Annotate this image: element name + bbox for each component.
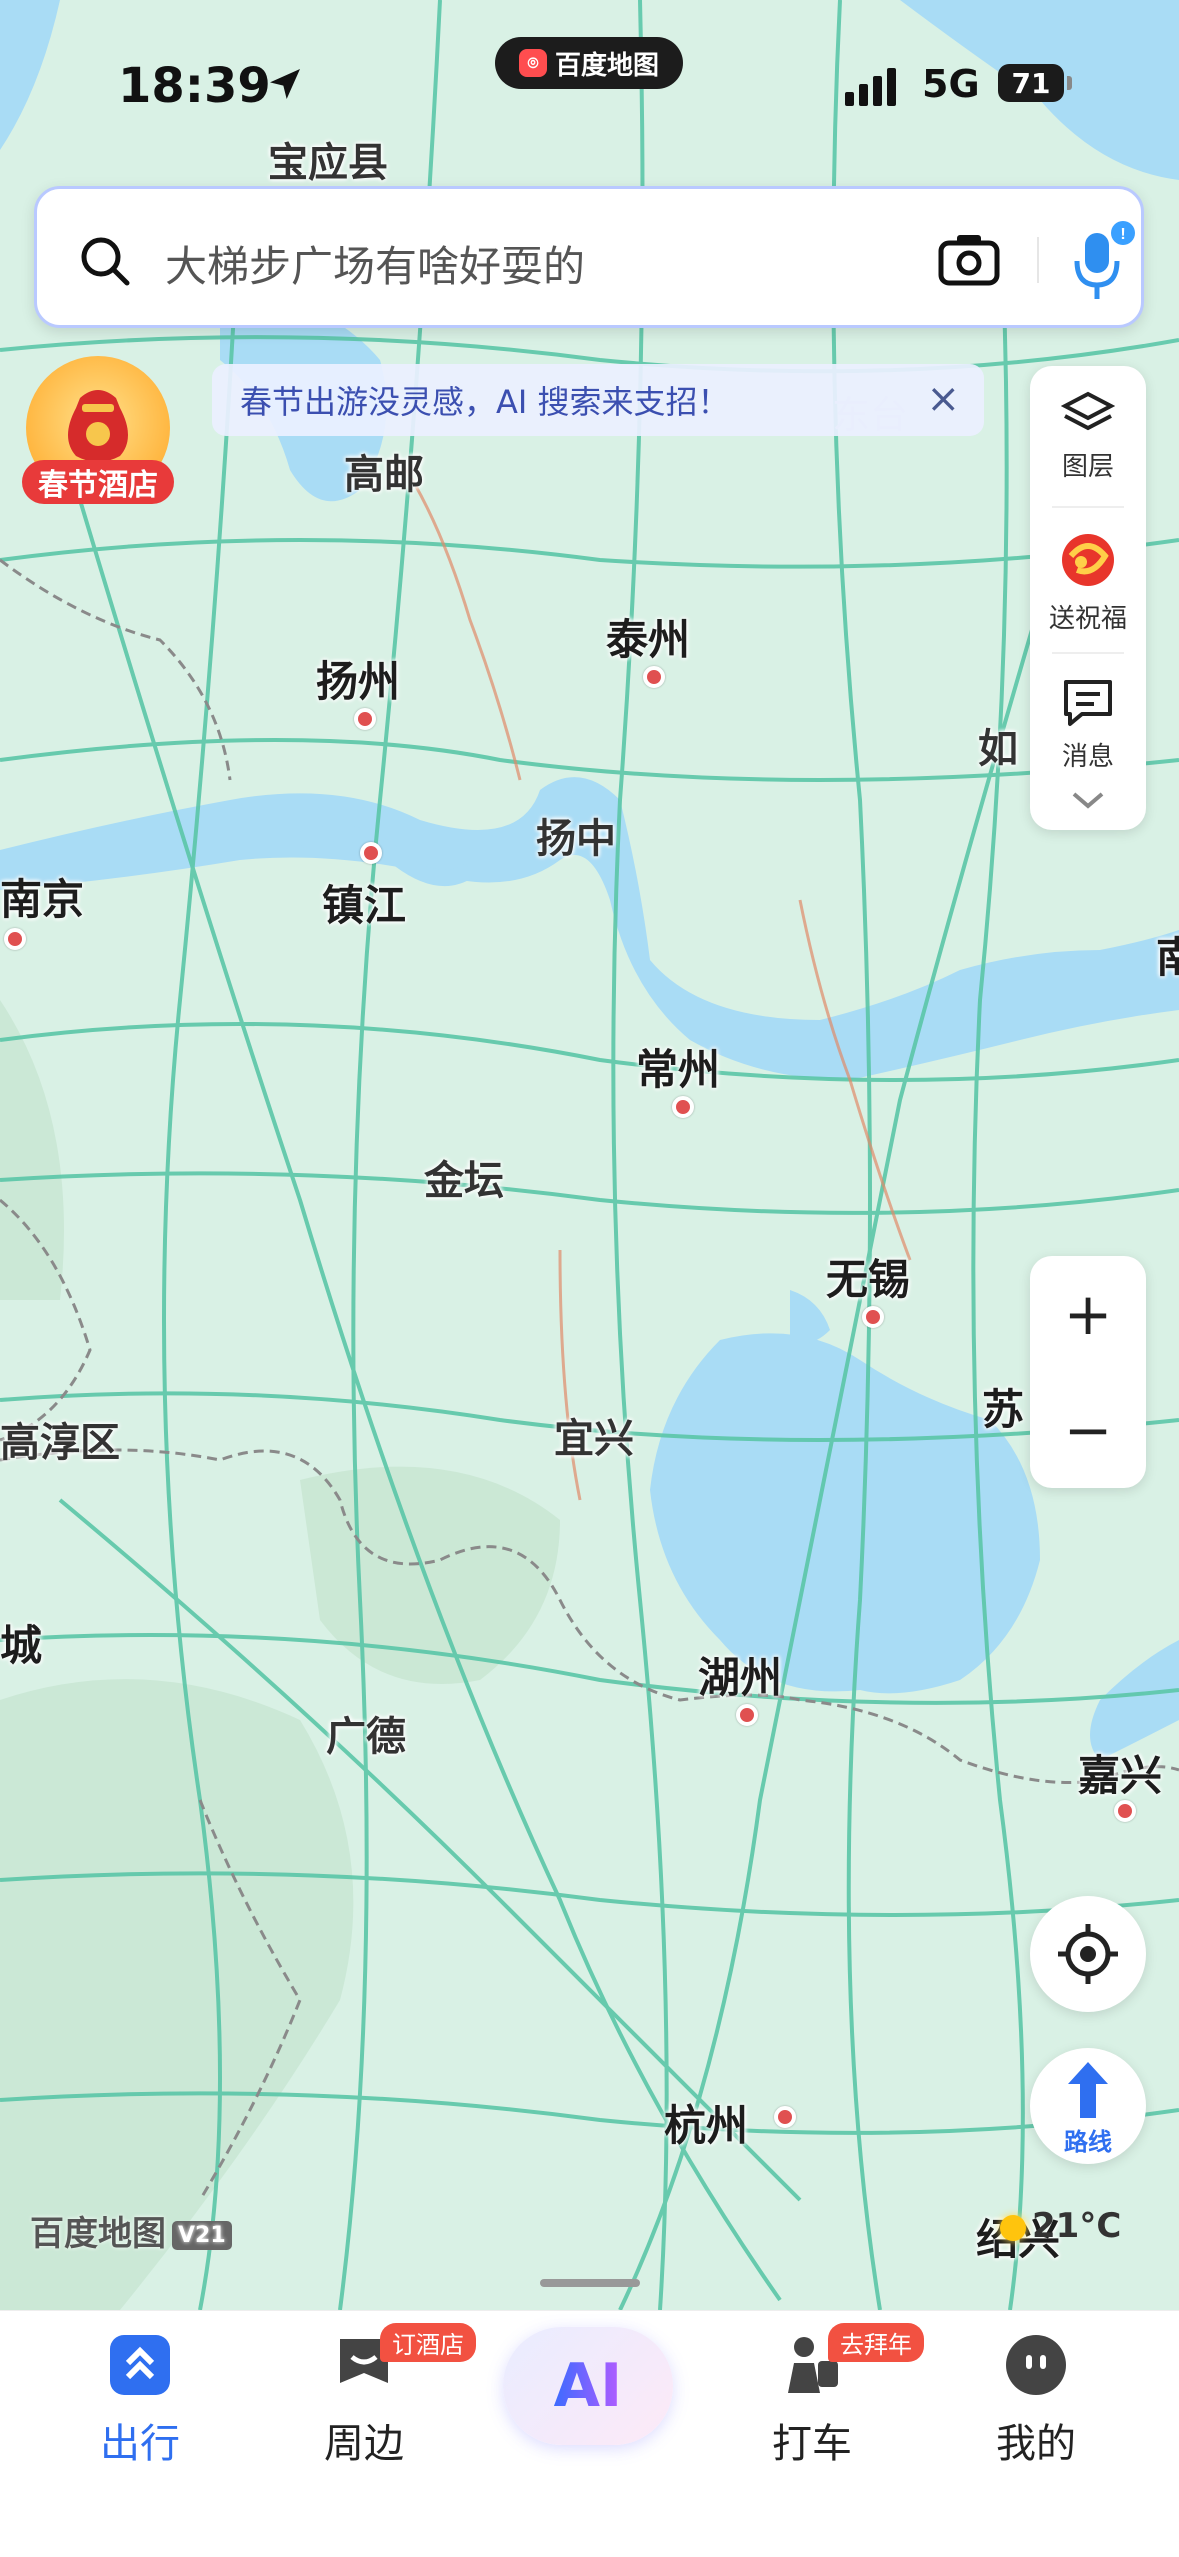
layers-icon — [1061, 391, 1115, 431]
camera-icon[interactable] — [937, 229, 1001, 289]
map-label-nanjing[interactable]: 南京 — [0, 866, 84, 927]
messages-button[interactable]: 消息 — [1030, 676, 1146, 773]
layers-label: 图层 — [1061, 452, 1114, 482]
map-label-zhenjiang[interactable]: 镇江 — [322, 872, 406, 933]
tab-nearby-badge: 订酒店 — [380, 2323, 476, 2362]
map-label-hangzhou[interactable]: 杭州 — [664, 2092, 748, 2153]
spring-festival-hotel-badge[interactable]: 春节酒店 — [22, 356, 174, 508]
messages-label: 消息 — [1061, 742, 1114, 772]
map-label-jiaxing[interactable]: 嘉兴 — [1078, 1742, 1162, 1803]
blessing-icon — [1062, 534, 1114, 586]
search-icon — [81, 237, 130, 286]
city-dot-changzhou — [672, 1096, 694, 1118]
map-label-yangzhou[interactable]: 扬州 — [316, 648, 400, 709]
map-label-taizhou[interactable]: 泰州 — [606, 606, 690, 667]
sun-icon — [1000, 2214, 1026, 2241]
layers-button[interactable]: 图层 — [1030, 390, 1146, 483]
toolbox-divider — [1052, 652, 1124, 654]
status-bar: 18:39 ⌾ 百度地图 5G 71 — [0, 0, 1179, 170]
close-icon[interactable]: × — [926, 376, 960, 422]
map-label-gaochun[interactable]: 高淳区 — [0, 1410, 120, 1468]
map-label-huzhou[interactable]: 湖州 — [698, 1644, 782, 1705]
tab-taxi[interactable]: 去拜年 打车 — [732, 2323, 924, 2469]
map-label-yixing[interactable]: 宜兴 — [554, 1406, 634, 1464]
tab-travel[interactable]: 出行 — [60, 2333, 220, 2469]
cellular-signal-icon — [845, 66, 896, 106]
battery-level: 71 — [1011, 66, 1051, 100]
map-label-nan[interactable]: 南 — [1156, 924, 1179, 985]
crosshair-icon — [1058, 1924, 1118, 1984]
route-button[interactable]: 路线 — [1030, 2048, 1146, 2164]
bottom-tab-bar: 出行 订酒店 周边 AI 去拜年 打车 我的 — [0, 2310, 1179, 2557]
city-dot-yangzhou — [354, 708, 376, 730]
map-label-jintan[interactable]: 金坛 — [424, 1148, 504, 1206]
ai-hint-banner[interactable]: 春节出游没灵感，AI 搜索来支招！ × — [212, 364, 984, 436]
home-indicator — [540, 2279, 640, 2287]
app-indicator[interactable]: ⌾ 百度地图 — [495, 37, 683, 89]
brand-version: V21 — [172, 2221, 232, 2250]
city-dot-taizhou — [643, 666, 665, 688]
temperature: 21°C — [1032, 2206, 1122, 2246]
tab-nearby-label: 周边 — [324, 2421, 404, 2467]
network-type: 5G — [922, 62, 980, 106]
tab-nearby[interactable]: 订酒店 周边 — [284, 2323, 476, 2469]
map-label-guangde[interactable]: 广德 — [326, 1704, 406, 1762]
tab-travel-label: 出行 — [100, 2421, 180, 2467]
city-dot-huzhou — [736, 1704, 758, 1726]
brand-name: 百度地图 — [30, 2214, 166, 2254]
clock: 18:39 — [118, 58, 271, 114]
map-brand: 百度地图 V21 — [30, 2206, 232, 2255]
microphone-icon[interactable]: ! — [1067, 219, 1137, 303]
profile-icon — [1006, 2335, 1066, 2395]
search-bar[interactable]: 大梯步广场有啥好耍的 ! — [34, 186, 1144, 328]
zoom-out-button[interactable]: − — [1030, 1372, 1146, 1488]
svg-text:!: ! — [1120, 226, 1125, 243]
map-label-cheng[interactable]: 城 — [0, 1612, 42, 1673]
map-label-gaoyou[interactable]: 高邮 — [344, 442, 424, 500]
map-toolbox: 图层 送祝福 消息 — [1030, 366, 1146, 830]
weather-widget[interactable]: 21°C — [1000, 2206, 1121, 2246]
lucky-bag-icon — [68, 390, 128, 462]
city-dot-wuxi — [862, 1306, 884, 1328]
search-divider — [1037, 237, 1039, 283]
chevron-down-icon[interactable] — [1070, 790, 1106, 812]
zoom-in-button[interactable]: + — [1030, 1256, 1146, 1372]
tab-ai[interactable]: AI — [503, 2327, 673, 2445]
ai-hint-text: 春节出游没灵感，AI 搜索来支招！ — [240, 383, 730, 421]
map-label-wuxi[interactable]: 无锡 — [826, 1246, 910, 1307]
tab-profile-label: 我的 — [996, 2421, 1076, 2467]
send-blessing-button[interactable]: 送祝福 — [1030, 526, 1146, 635]
locate-me-button[interactable] — [1030, 1896, 1146, 2012]
tab-profile[interactable]: 我的 — [956, 2333, 1116, 2469]
tab-taxi-badge: 去拜年 — [828, 2323, 924, 2362]
city-dot-nanjing — [4, 928, 26, 950]
map-canvas[interactable] — [0, 0, 1179, 2310]
route-arrow-icon — [1068, 2062, 1108, 2118]
tab-taxi-label: 打车 — [772, 2421, 852, 2467]
location-arrow-icon — [270, 69, 300, 99]
tab-ai-label: AI — [553, 2351, 623, 2421]
blessing-label: 送祝福 — [1048, 604, 1127, 634]
festival-badge-label: 春节酒店 — [22, 460, 174, 504]
battery-icon: 71 — [998, 64, 1072, 102]
travel-icon — [110, 2335, 170, 2395]
search-input[interactable]: 大梯步广场有啥好耍的 — [165, 233, 585, 294]
toolbox-divider — [1052, 506, 1124, 508]
route-label: 路线 — [1064, 2128, 1112, 2156]
map-label-changzhou[interactable]: 常州 — [636, 1036, 720, 1097]
map-label-ru[interactable]: 如 — [978, 716, 1018, 774]
city-dot-jiaxing — [1114, 1800, 1136, 1822]
map-label-su[interactable]: 苏 — [982, 1376, 1024, 1437]
city-dot-hangzhou — [774, 2106, 796, 2128]
app-indicator-label: 百度地图 — [554, 50, 659, 81]
baidu-map-logo-icon: ⌾ — [518, 49, 547, 77]
message-icon — [1064, 680, 1112, 726]
city-dot-zhenjiang — [360, 842, 382, 864]
map-label-yangzhong[interactable]: 扬中 — [536, 806, 616, 864]
zoom-control: + − — [1030, 1256, 1146, 1488]
